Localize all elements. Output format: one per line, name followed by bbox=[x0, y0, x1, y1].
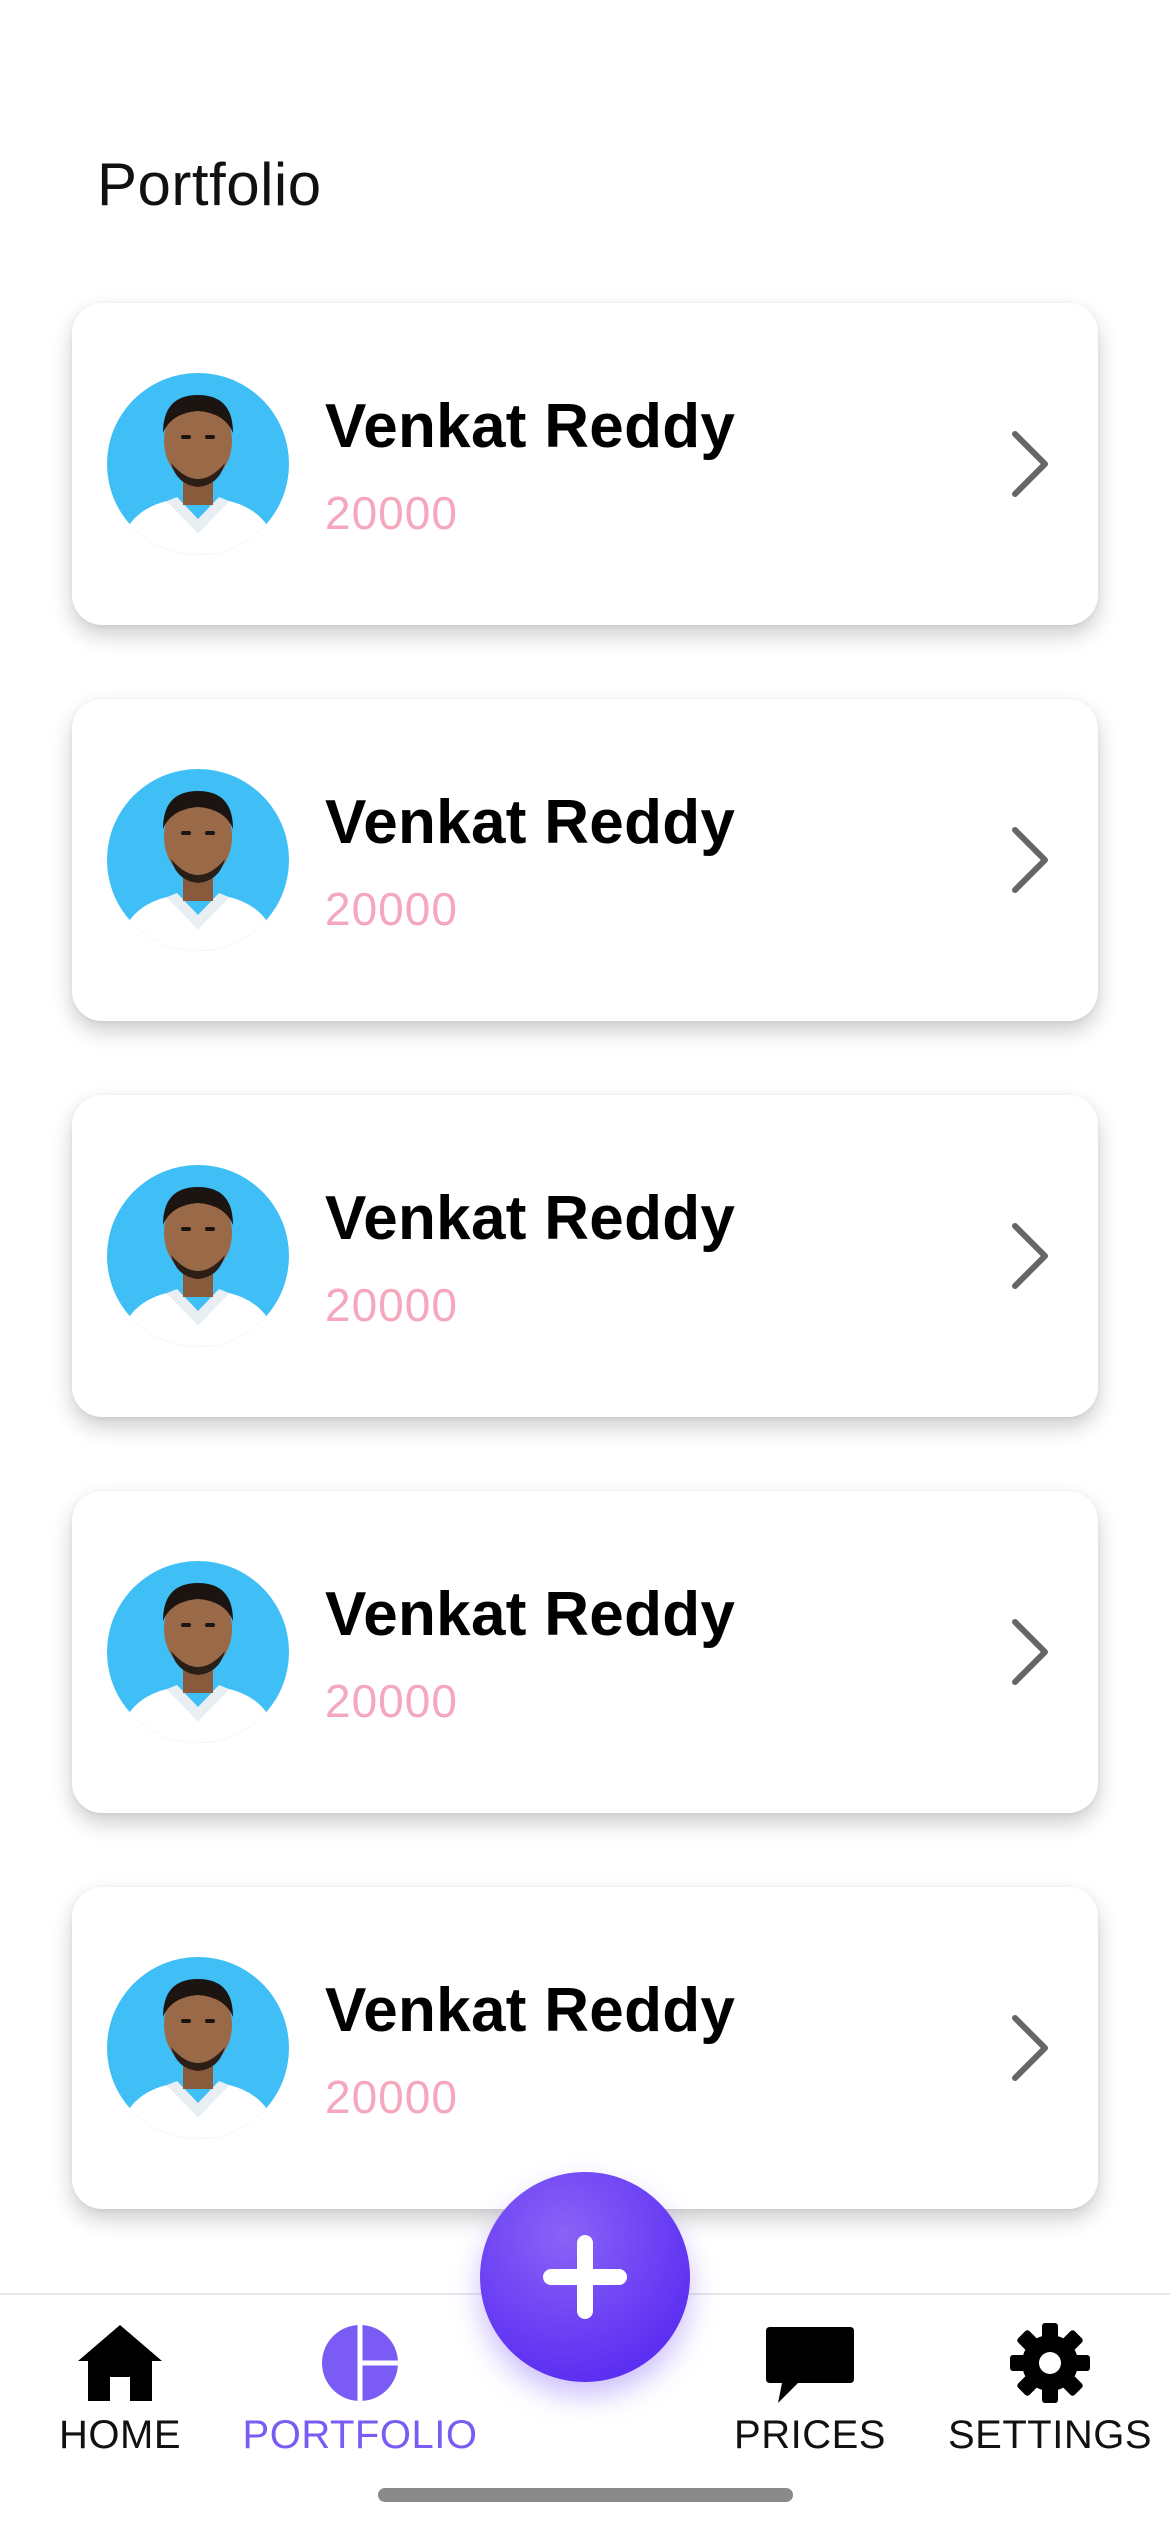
portfolio-amount: 20000 bbox=[325, 1675, 458, 1727]
portfolio-amount: 20000 bbox=[325, 487, 458, 539]
portfolio-name: Venkat Reddy bbox=[325, 392, 736, 461]
portfolio-card[interactable]: Venkat Reddy 20000 bbox=[72, 1491, 1098, 1813]
avatar bbox=[107, 1957, 289, 2139]
tab-label-prices: PRICES bbox=[734, 2413, 886, 2457]
avatar bbox=[107, 373, 289, 555]
tab-label-settings: SETTINGS bbox=[947, 2413, 1153, 2457]
pie-chart-icon bbox=[312, 2315, 408, 2411]
plus-icon bbox=[543, 2235, 627, 2319]
tab-portfolio[interactable]: PORTFOLIO bbox=[240, 2295, 480, 2495]
tab-prices[interactable]: PRICES bbox=[690, 2295, 930, 2495]
chevron-right-icon[interactable] bbox=[1009, 824, 1053, 896]
portfolio-amount: 20000 bbox=[325, 1279, 458, 1331]
gear-icon bbox=[1002, 2315, 1098, 2411]
tab-label-portfolio: PORTFOLIO bbox=[242, 2413, 478, 2457]
home-icon bbox=[72, 2315, 168, 2411]
tab-label-home: HOME bbox=[59, 2413, 181, 2457]
tab-home[interactable]: HOME bbox=[0, 2295, 240, 2495]
portfolio-card[interactable]: Venkat Reddy 20000 bbox=[72, 303, 1098, 625]
portfolio-name: Venkat Reddy bbox=[325, 1184, 736, 1253]
portfolio-name: Venkat Reddy bbox=[325, 1580, 736, 1649]
chevron-right-icon[interactable] bbox=[1009, 1616, 1053, 1688]
page-title: Portfolio bbox=[97, 151, 322, 218]
add-button[interactable] bbox=[480, 2172, 690, 2382]
avatar bbox=[107, 1165, 289, 1347]
portfolio-card[interactable]: Venkat Reddy 20000 bbox=[72, 1887, 1098, 2209]
portfolio-card[interactable]: Venkat Reddy 20000 bbox=[72, 1095, 1098, 1417]
tab-settings[interactable]: SETTINGS bbox=[930, 2295, 1170, 2495]
portfolio-name: Venkat Reddy bbox=[325, 1976, 736, 2045]
portfolio-amount: 20000 bbox=[325, 883, 458, 935]
chevron-right-icon[interactable] bbox=[1009, 2012, 1053, 2084]
avatar bbox=[107, 1561, 289, 1743]
chat-bubble-icon bbox=[762, 2315, 858, 2411]
portfolio-name: Venkat Reddy bbox=[325, 788, 736, 857]
avatar bbox=[107, 769, 289, 951]
portfolio-list: Venkat Reddy 20000 Venkat Reddy 20000 Ve… bbox=[72, 303, 1098, 2283]
home-indicator[interactable] bbox=[378, 2488, 793, 2502]
chevron-right-icon[interactable] bbox=[1009, 428, 1053, 500]
portfolio-amount: 20000 bbox=[325, 2071, 458, 2123]
portfolio-card[interactable]: Venkat Reddy 20000 bbox=[72, 699, 1098, 1021]
chevron-right-icon[interactable] bbox=[1009, 1220, 1053, 1292]
